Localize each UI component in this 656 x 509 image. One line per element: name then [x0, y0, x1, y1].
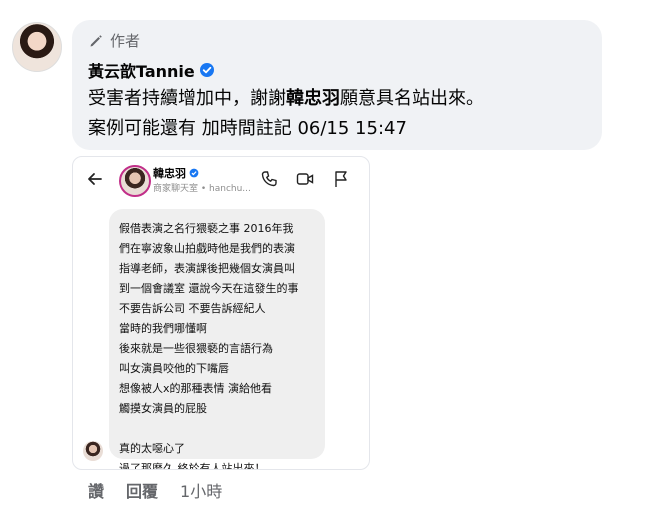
message-line	[119, 419, 319, 439]
message-line: 指導老師，表演課後把幾個女演員叫	[119, 262, 295, 275]
message-line: 想像被人x的那種表情 演給他看	[119, 382, 273, 395]
message-line: 過了那麼久 終於有人站出來！	[119, 462, 266, 470]
back-arrow-icon	[88, 173, 102, 185]
message-line: 到一個會議室 還說今天在這發生的事	[119, 282, 299, 295]
message-line: 當時的我們哪懂啊	[119, 322, 207, 335]
like-button[interactable]: 讚	[88, 478, 104, 502]
reply-button[interactable]: 回覆	[126, 478, 158, 502]
chat-contact-name: 韓忠羽	[153, 165, 199, 181]
author-name[interactable]: 黃云歆Tannie	[88, 58, 195, 82]
comment-bubble: 作者 黃云歆Tannie 受害者持續增加中，謝謝韓忠羽願意具名站出來。 案例可能…	[72, 20, 602, 150]
sender-avatar	[83, 441, 103, 461]
message-line: 觸摸女演員的屁股	[119, 402, 207, 415]
author-badge: 作者	[88, 30, 140, 51]
verified-badge-icon	[189, 168, 199, 178]
commenter-avatar[interactable]	[12, 22, 62, 72]
message-line: 不要告訴公司 不要告訴經紀人	[119, 302, 266, 315]
comment-line: 案例可能還有 加時間註記 06/15 15:47	[88, 118, 407, 139]
flag-icon	[335, 171, 347, 187]
comment-text: 受害者持續增加中，謝謝韓忠羽願意具名站出來。 案例可能還有 加時間註記 06/1…	[88, 84, 598, 144]
chat-header: 韓忠羽 商家聊天室 • hanchu...	[73, 157, 369, 203]
message-line: 真的太噁心了	[119, 442, 185, 455]
message-line: 後來就是一些很猥褻的言語行為	[119, 342, 273, 355]
video-icon	[296, 173, 314, 185]
chat-avatar	[119, 165, 151, 197]
comment-timestamp[interactable]: 1小時	[180, 478, 222, 502]
author-name-row: 黃云歆Tannie	[88, 58, 215, 82]
verified-badge-icon	[199, 63, 214, 77]
message-line: 假借表演之名行猥褻之事 2016年我	[119, 222, 294, 235]
attached-screenshot[interactable]: 韓忠羽 商家聊天室 • hanchu... 假借表演之名行猥褻之事 2016年我…	[72, 156, 370, 470]
author-label: 作者	[110, 32, 141, 50]
mentioned-name: 韓忠羽	[286, 88, 340, 109]
chat-contact-subtitle: 商家聊天室 • hanchu...	[153, 184, 251, 194]
message-line: 們在寧波象山拍戲時他是我們的表演	[119, 242, 295, 255]
message-line: 叫女演員咬他的下嘴唇	[119, 362, 229, 375]
pencil-icon	[90, 34, 102, 46]
message-text: 假借表演之名行猥褻之事 2016年我 們在寧波象山拍戲時他是我們的表演 指導老師…	[119, 219, 319, 470]
comment-actions: 讚 回覆 1小時	[88, 478, 222, 502]
phone-icon	[261, 171, 277, 187]
comment-line: 受害者持續增加中，謝謝韓忠羽願意具名站出來。	[88, 88, 484, 109]
message-bubble: 假借表演之名行猥褻之事 2016年我 們在寧波象山拍戲時他是我們的表演 指導老師…	[109, 209, 325, 469]
